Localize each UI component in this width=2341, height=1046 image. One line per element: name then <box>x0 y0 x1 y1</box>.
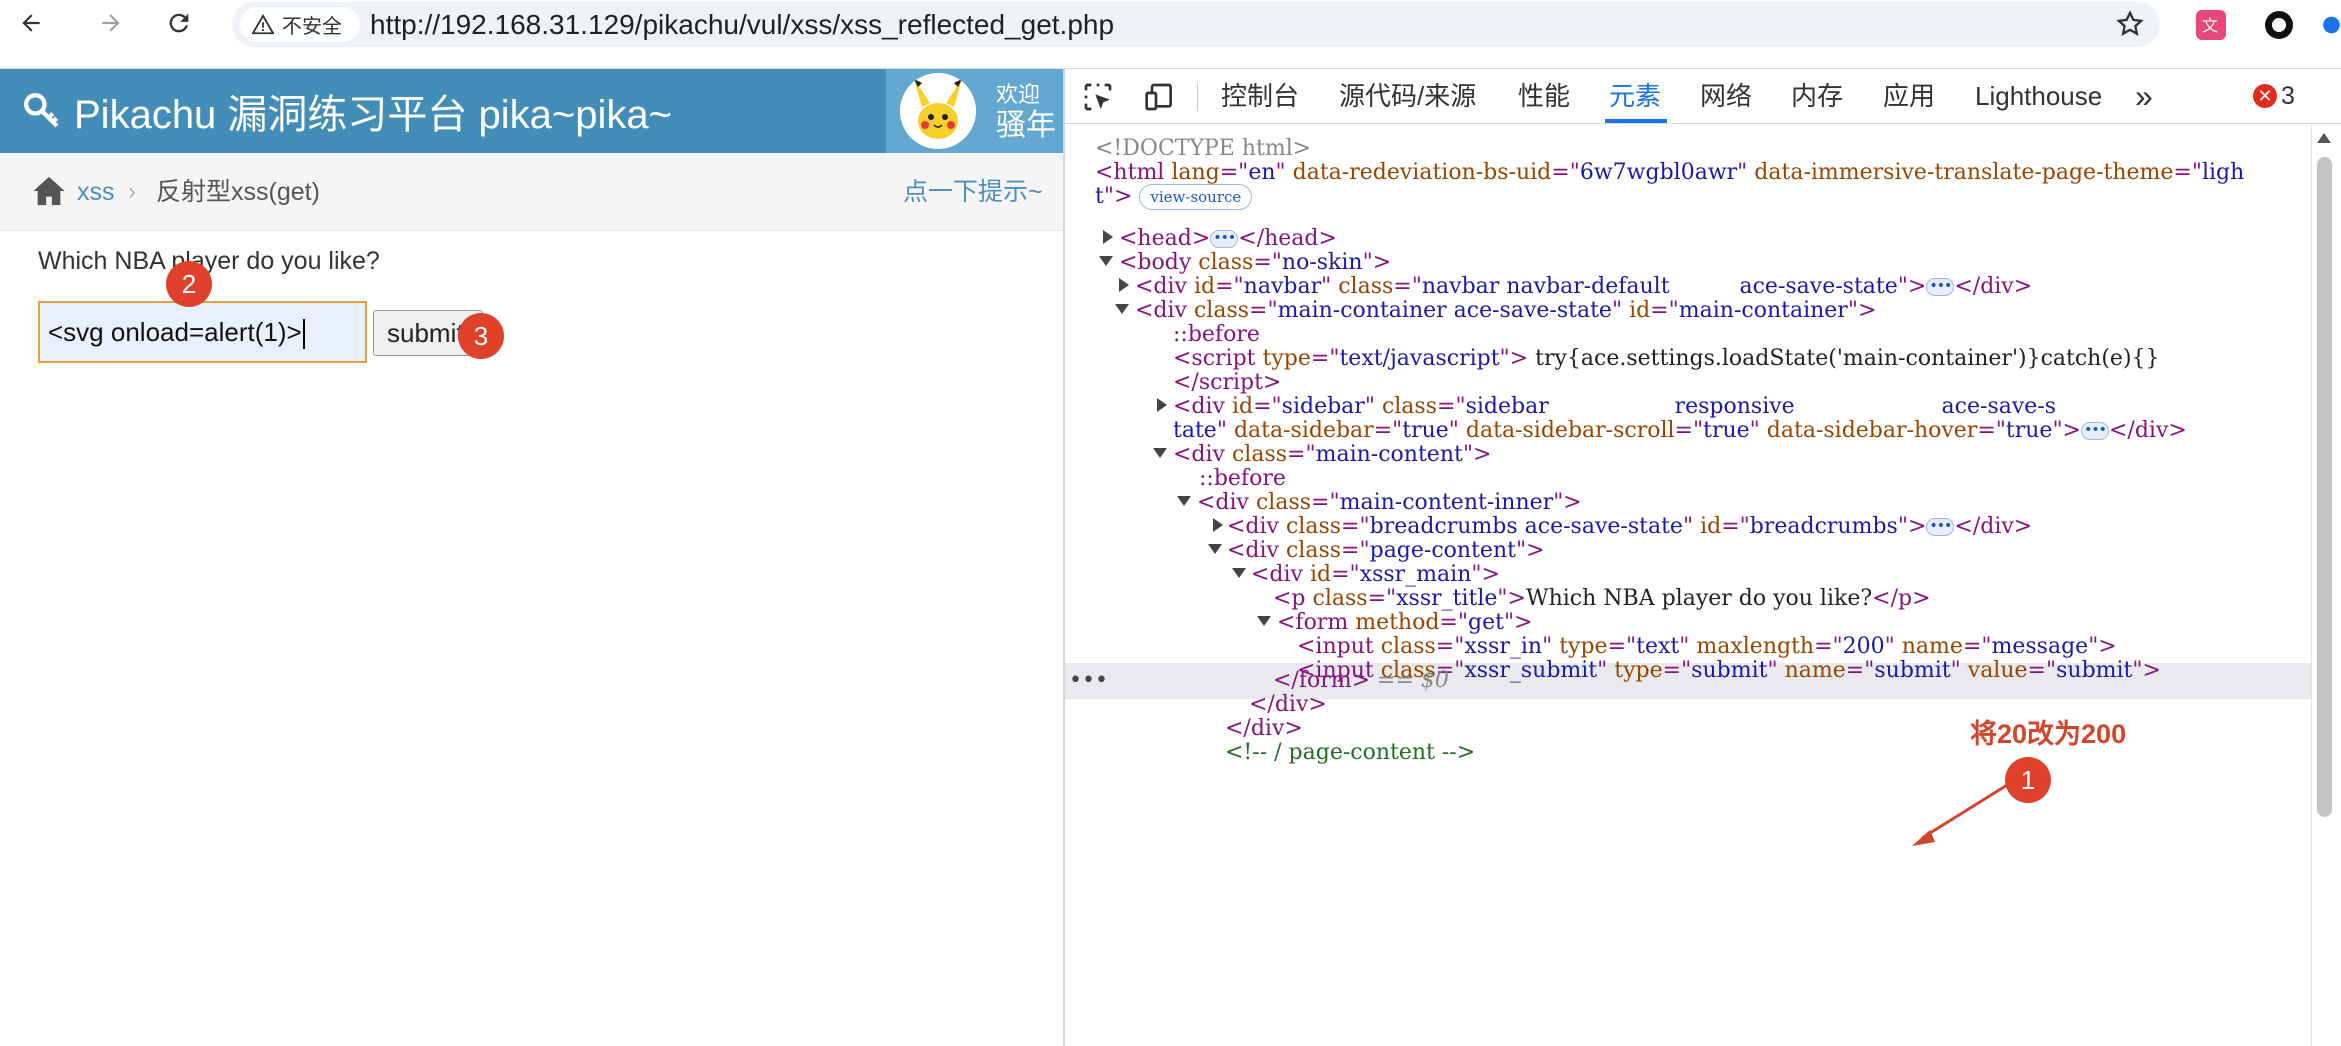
annotation-arrow <box>1912 780 2013 846</box>
step-marker-1: 1 <box>2005 757 2051 803</box>
step-marker-3: 3 <box>458 313 504 359</box>
step-marker-2: 2 <box>166 261 212 307</box>
